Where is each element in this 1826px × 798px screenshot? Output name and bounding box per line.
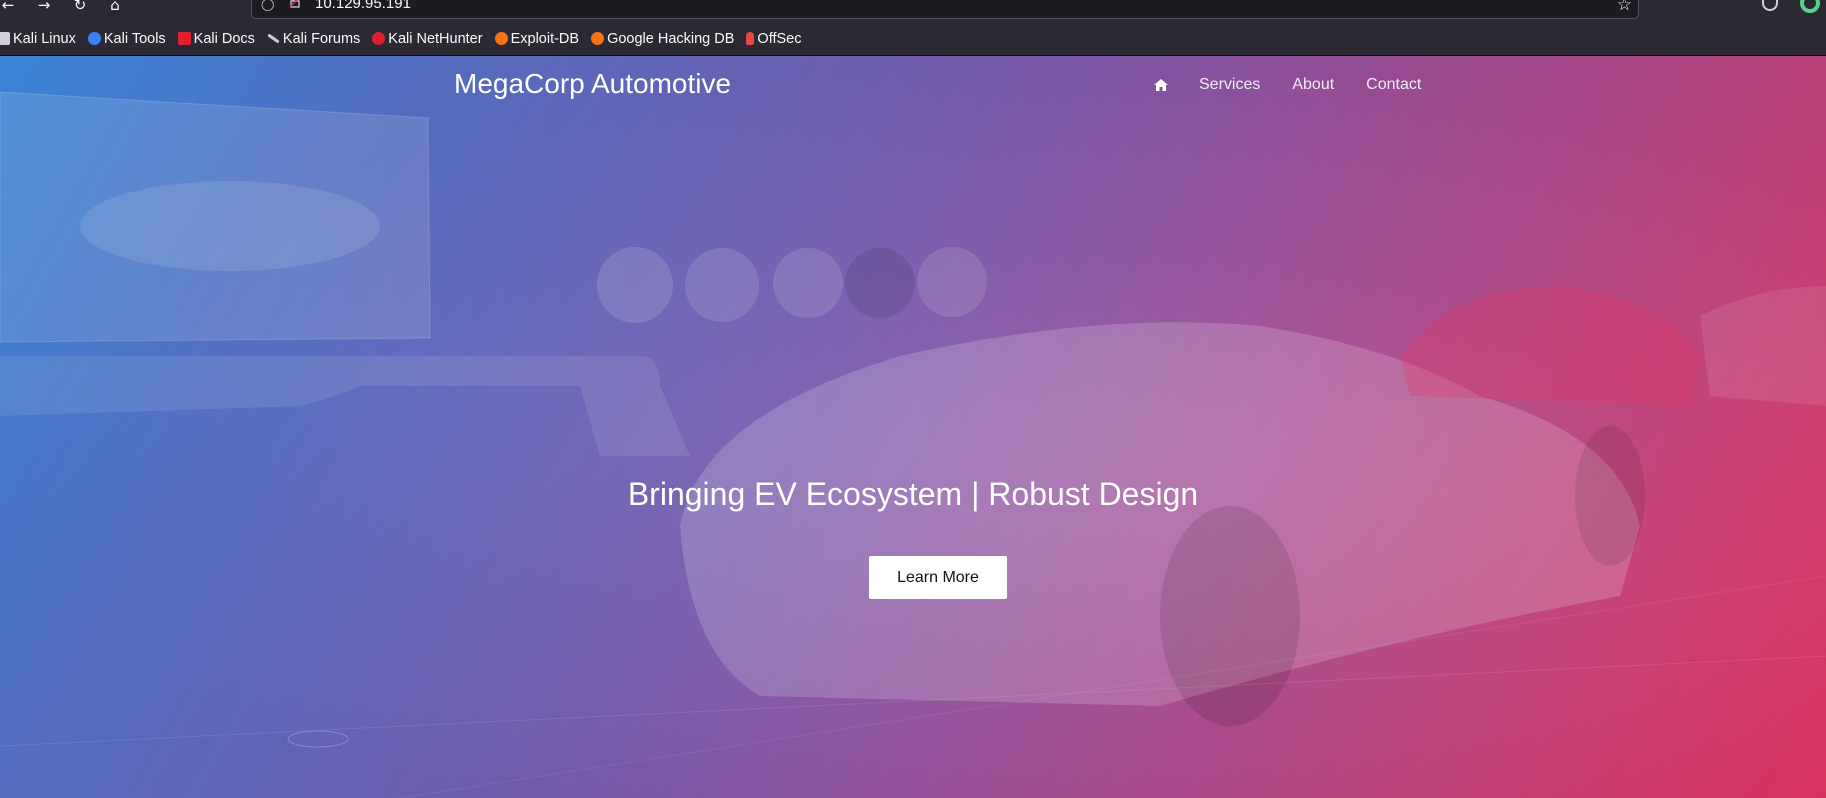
- bookmark-label: Kali Linux: [13, 30, 76, 47]
- bookmark-label: Google Hacking DB: [607, 30, 735, 47]
- ghdb-icon: [591, 32, 605, 45]
- offsec-icon: [746, 32, 755, 45]
- bookmark-label: Kali Docs: [193, 30, 255, 47]
- bookmark-kali-nethunter[interactable]: Kali NetHunter: [372, 30, 483, 47]
- bookmark-kali-tools[interactable]: Kali Tools: [87, 30, 166, 47]
- browser-toolbar: ← → ↻ ⌂ ◯ 10.129.95.191 ☆: [0, 0, 1826, 22]
- hero-section: MegaCorp Automotive Services About Conta…: [0, 56, 1826, 798]
- bookmark-kali-forums[interactable]: Kali Forums: [267, 31, 360, 47]
- bookmark-exploit-db[interactable]: Exploit-DB: [494, 30, 580, 47]
- reload-icon[interactable]: ↻: [70, 0, 90, 14]
- kali-docs-icon: [177, 32, 191, 45]
- pocket-icon[interactable]: [1762, 0, 1778, 11]
- bookmark-kali-linux[interactable]: Kali Linux: [0, 31, 76, 47]
- tracking-shield-icon[interactable]: ◯: [261, 0, 274, 11]
- home-toolbar-icon[interactable]: ⌂: [105, 0, 125, 14]
- hero-tagline: Bringing EV Ecosystem | Robust Design: [627, 476, 1199, 512]
- bookmark-star-icon[interactable]: ☆: [1617, 0, 1632, 15]
- insecure-lock-icon[interactable]: [289, 0, 301, 8]
- nethunter-icon: [372, 32, 386, 45]
- kali-dragon-icon: [0, 32, 10, 45]
- home-icon[interactable]: [1154, 79, 1168, 91]
- bookmark-kali-docs[interactable]: Kali Docs: [177, 30, 255, 47]
- bookmark-ghdb[interactable]: Google Hacking DB: [591, 31, 734, 47]
- site-brand[interactable]: MegaCorp Automotive: [454, 68, 731, 100]
- extension-icon[interactable]: [1800, 0, 1820, 13]
- nav-about[interactable]: About: [1292, 76, 1334, 94]
- forward-icon[interactable]: →: [34, 0, 54, 14]
- site-nav: Services About Contact: [1154, 76, 1453, 94]
- bookmark-label: OffSec: [757, 30, 802, 47]
- exploit-db-icon: [494, 32, 508, 45]
- url-bar[interactable]: ◯ 10.129.95.191 ☆: [251, 0, 1639, 19]
- bookmarks-toolbar: Kali Linux Kali Tools Kali Docs Kali For…: [0, 22, 1826, 56]
- bookmark-label: Exploit-DB: [510, 30, 580, 47]
- kali-forums-icon: [267, 33, 280, 44]
- url-text[interactable]: 10.129.95.191: [315, 0, 411, 11]
- learn-more-button[interactable]: Learn More: [869, 556, 1007, 599]
- hero-overlay: [0, 56, 1826, 798]
- bookmark-offsec[interactable]: OffSec: [746, 31, 801, 47]
- bookmark-label: Kali Forums: [282, 30, 361, 47]
- nav-services[interactable]: Services: [1199, 76, 1260, 94]
- kali-tools-icon: [87, 32, 101, 45]
- back-icon[interactable]: ←: [0, 0, 18, 14]
- bookmark-label: Kali Tools: [103, 30, 166, 47]
- bookmark-label: Kali NetHunter: [388, 30, 483, 47]
- nav-contact[interactable]: Contact: [1366, 76, 1421, 94]
